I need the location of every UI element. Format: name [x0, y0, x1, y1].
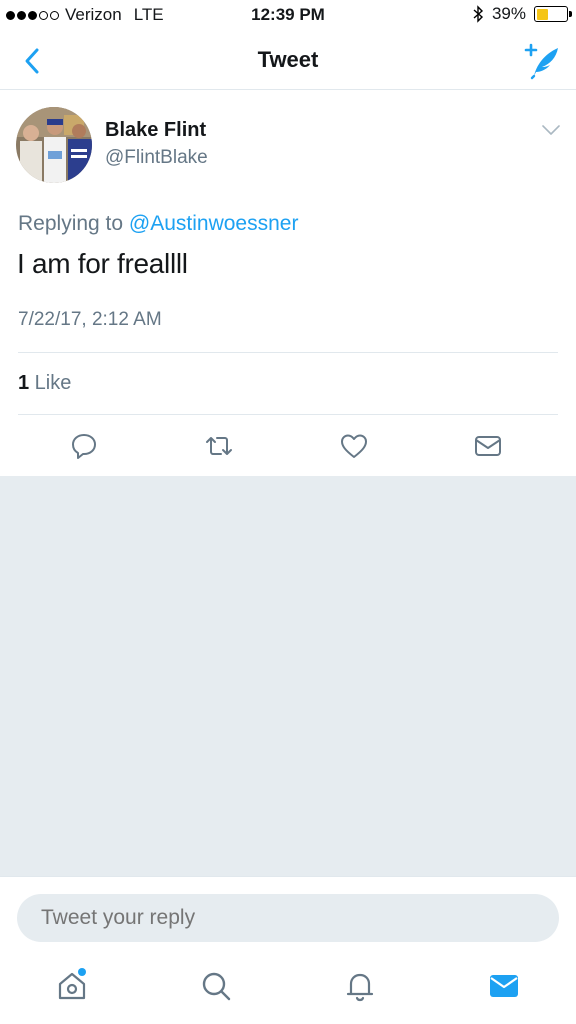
tweet-menu-button[interactable] [540, 122, 562, 138]
retweet-button[interactable] [203, 430, 235, 462]
direct-message-icon [475, 436, 501, 456]
replying-prefix: Replying to [18, 212, 129, 235]
status-bar: Verizon LTE 12:39 PM 39% [0, 0, 576, 30]
notifications-icon [346, 973, 374, 1002]
author-name[interactable]: Blake Flint [105, 119, 206, 142]
tweet-actions [0, 426, 576, 466]
avatar[interactable] [16, 107, 92, 183]
like-button[interactable] [338, 430, 370, 462]
like-count-number: 1 [18, 372, 30, 394]
home-notification-dot [78, 968, 86, 976]
retweet-icon [206, 437, 232, 455]
reply-bar [0, 876, 576, 952]
tweet-timestamp: 7/22/17, 2:12 AM [18, 309, 162, 330]
replying-to: Replying to @Austinwoessner [18, 212, 298, 236]
nav-bar: Tweet [0, 30, 576, 90]
tweet-text: I am for freallll [17, 248, 188, 279]
messages-icon [490, 975, 518, 997]
tab-messages[interactable] [484, 966, 524, 1006]
empty-replies-area [0, 476, 576, 876]
bluetooth-icon [473, 5, 483, 23]
reply-button[interactable] [68, 430, 100, 462]
tab-bar [0, 952, 576, 1024]
tab-search[interactable] [196, 966, 236, 1006]
compose-tweet-button[interactable] [522, 40, 562, 80]
search-icon [202, 972, 231, 1001]
like-count-label: Like [29, 372, 72, 394]
tweet-detail: Blake Flint @FlintBlake Replying to @Aus… [0, 90, 576, 476]
tab-home[interactable] [52, 966, 92, 1006]
battery-percent: 39% [491, 4, 526, 23]
chevron-down-icon [542, 125, 560, 135]
replying-to-mention[interactable]: @Austinwoessner [129, 212, 299, 235]
page-title: Tweet [257, 47, 319, 72]
battery-icon [534, 6, 572, 22]
like-icon [341, 434, 367, 458]
direct-message-button[interactable] [472, 430, 504, 462]
divider [18, 414, 558, 415]
status-right: 39% [472, 4, 572, 24]
reply-input[interactable] [17, 894, 559, 942]
compose-tweet-icon [524, 43, 558, 80]
divider [18, 352, 558, 353]
tab-notifications[interactable] [340, 966, 380, 1006]
reply-icon [72, 434, 96, 459]
battery-level-fill [536, 8, 548, 20]
like-count[interactable]: 1 Like [18, 372, 71, 395]
author-handle[interactable]: @FlintBlake [105, 147, 208, 169]
